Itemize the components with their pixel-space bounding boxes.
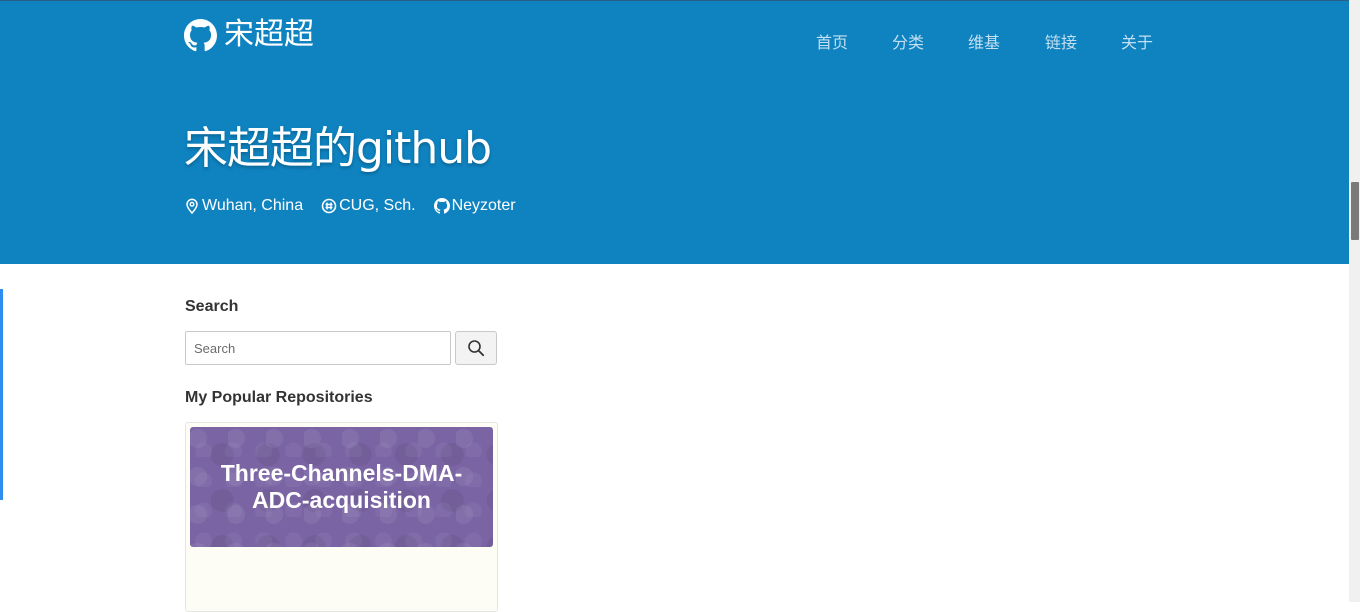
search-button[interactable]: [455, 331, 497, 365]
nav-item-links[interactable]: 链接: [1045, 29, 1077, 53]
nav-item-home[interactable]: 首页: [816, 29, 848, 53]
school-text: CUG, Sch.: [339, 197, 416, 214]
location-info: Wuhan, China: [184, 197, 303, 215]
magnifier-icon: [468, 340, 485, 357]
map-marker-icon: [186, 198, 198, 214]
repo-name: Three-Channels-DMA-ADC-acquisition: [220, 460, 463, 513]
page-scrollbar[interactable]: [1349, 0, 1360, 602]
location-text: Wuhan, China: [202, 197, 304, 214]
nav-item-about[interactable]: 关于: [1121, 29, 1153, 53]
github-user-info[interactable]: Neyzoter: [433, 197, 516, 215]
search-section-title: Search: [185, 298, 239, 315]
university-icon: [321, 198, 337, 214]
brand-link[interactable]: 宋超超: [184, 17, 314, 53]
repo-card: Three-Channels-DMA-ADC-acquisition: [185, 422, 498, 612]
search-input[interactable]: [185, 331, 451, 365]
scrollbar-thumb[interactable]: [1351, 182, 1359, 240]
profile-meta: Wuhan, China CUG, Sch. Neyzoter: [184, 197, 534, 215]
github-icon: [184, 18, 217, 52]
repo-banner-link[interactable]: Three-Channels-DMA-ADC-acquisition: [190, 427, 493, 547]
brand-label: 宋超超: [224, 17, 314, 52]
page-title: 宋超超的github: [184, 123, 492, 174]
nav-item-categories[interactable]: 分类: [892, 29, 924, 53]
side-accent-bar: [0, 289, 3, 500]
github-icon: [433, 198, 450, 214]
nav-item-wiki[interactable]: 维基: [968, 29, 1000, 53]
github-username: Neyzoter: [451, 197, 516, 214]
school-info: CUG, Sch.: [321, 197, 416, 215]
site-header: 宋超超 首页 分类 维基 链接 关于 宋超超的github Wuhan, Chi…: [0, 0, 1349, 264]
popular-repos-title: My Popular Repositories: [185, 389, 373, 406]
